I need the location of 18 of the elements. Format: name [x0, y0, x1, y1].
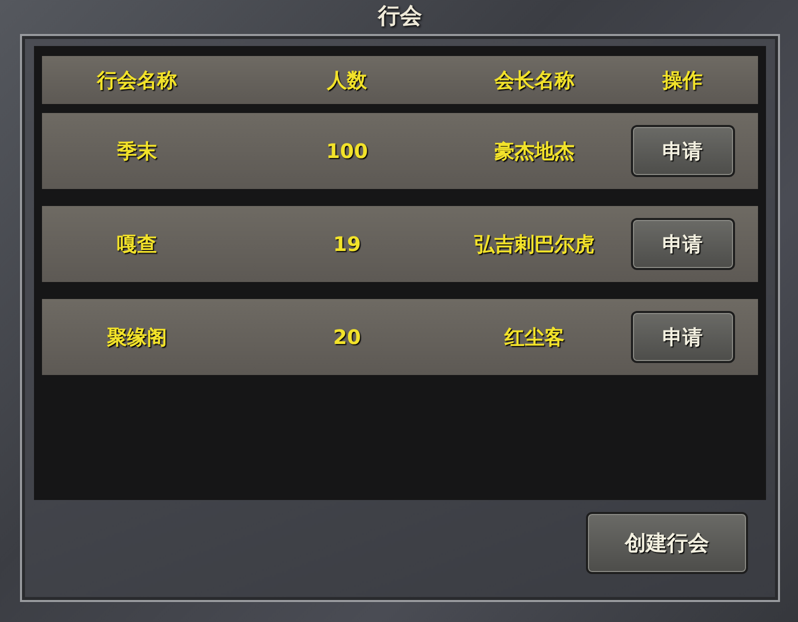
guild-name: 聚缘阁 — [107, 324, 167, 350]
column-header: 操作 — [662, 66, 702, 94]
guild-name: 季末 — [117, 138, 157, 164]
column-header: 会长名称 — [494, 66, 574, 94]
member-count: 19 — [333, 232, 361, 256]
window-title: 行会 — [378, 3, 422, 31]
column-header: 行会名称 — [97, 66, 177, 94]
leader-name: 红尘客 — [504, 324, 564, 350]
create-guild-button[interactable]: 创建行会 — [586, 512, 748, 574]
guild-name: 嘎查 — [117, 230, 157, 258]
member-count: 20 — [333, 325, 361, 349]
member-count: 100 — [326, 139, 368, 163]
apply-button[interactable]: 申请 — [630, 125, 734, 177]
apply-button[interactable]: 申请 — [630, 218, 734, 270]
column-header: 人数 — [327, 66, 367, 94]
apply-button[interactable]: 申请 — [630, 311, 734, 363]
leader-name: 豪杰地杰 — [494, 138, 574, 164]
leader-name: 弘吉剌巴尔虎 — [474, 230, 594, 258]
